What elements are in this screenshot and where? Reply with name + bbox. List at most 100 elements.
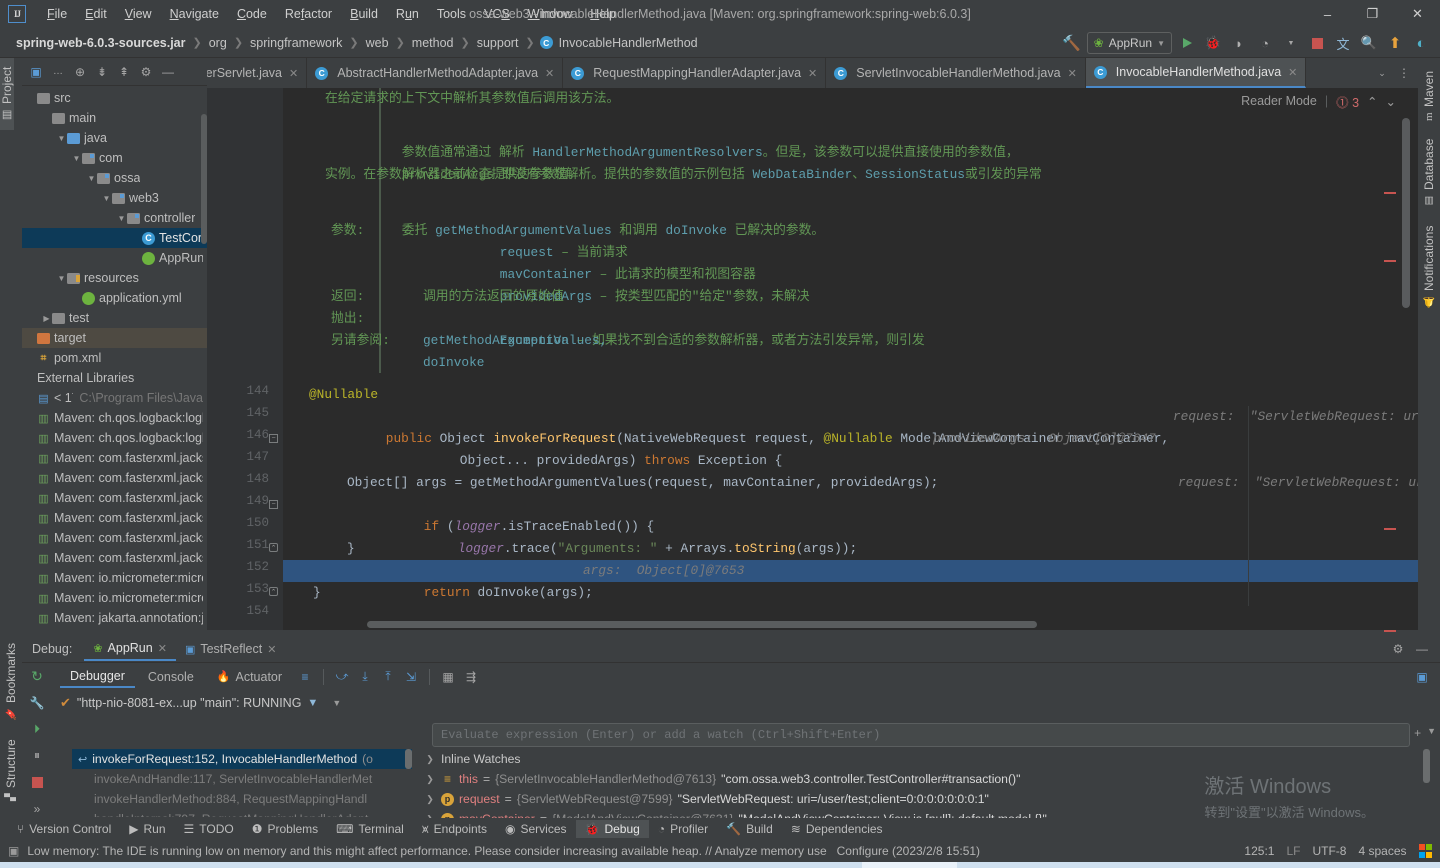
variables-scrollbar[interactable] (1423, 749, 1430, 783)
frames-scrollbar[interactable] (405, 749, 412, 769)
tree-node-web3[interactable]: ▼ web3 (22, 188, 207, 208)
tree-node-main[interactable]: main (22, 108, 207, 128)
close-icon[interactable]: ✕ (1068, 67, 1077, 80)
toolwindow-problems[interactable]: ❶ Problems (243, 820, 327, 838)
debug-session-tab-testreflect[interactable]: ▣ TestReflect ✕ (176, 638, 285, 660)
sidebar-item-project[interactable]: ▤ Project (0, 58, 14, 130)
tree-node-controller[interactable]: ▼ controller (22, 208, 207, 228)
tree-node-external-libraries[interactable]: External Libraries (22, 368, 207, 388)
chevron-down-icon[interactable]: ▼ (1427, 726, 1436, 740)
tab-debugger[interactable]: Debugger (60, 666, 135, 688)
ai-assistant-icon[interactable]: ◐ (1410, 32, 1432, 54)
tree-node-17[interactable]: ▤ < 17 > C:\Program Files\Java (22, 388, 207, 408)
file-encoding[interactable]: UTF-8 (1312, 844, 1346, 858)
menu-build[interactable]: Build (341, 3, 387, 25)
translate-icon[interactable]: 文 (1332, 32, 1354, 54)
variable-row-this[interactable]: ❯ ≡ this = {ServletInvocableHandlerMetho… (424, 769, 1432, 789)
update-icon[interactable]: ⬆ (1384, 32, 1406, 54)
variable-row-inline-watches[interactable]: ❯ Inline Watches (424, 749, 1432, 769)
layout-settings-icon[interactable]: ≡ (295, 667, 315, 687)
toolwindow-services[interactable]: ◉ Services (496, 820, 576, 838)
tree-node-maven-com-fasterxml-jackson[interactable]: ▥ Maven: com.fasterxml.jackson (22, 508, 207, 528)
tree-node-maven-ch-qos-logback-logba[interactable]: ▥ Maven: ch.qos.logback:logba (22, 428, 207, 448)
run-with-coverage-icon[interactable]: ◗ (1228, 32, 1250, 54)
javadoc-link[interactable]: doInvoke (665, 223, 726, 238)
breadcrumb-item-class[interactable]: InvocableHandlerMethod (557, 35, 700, 51)
tree-node-maven-io-micrometer-microm[interactable]: ▥ Maven: io.micrometer:microm (22, 568, 207, 588)
editor-tab-requestmappinghandleradapter[interactable]: C RequestMappingHandlerAdapter.java ✕ (563, 58, 827, 88)
run-configuration-selector[interactable]: ❀ AppRun ▼ (1086, 32, 1172, 54)
tree-node-testcor[interactable]: C TestCor (22, 228, 207, 248)
close-icon[interactable]: ✕ (289, 67, 298, 80)
chevron-down-icon[interactable]: ▼ (101, 194, 112, 203)
stop-icon[interactable] (27, 773, 47, 792)
chevron-down-icon[interactable]: ▼ (116, 214, 127, 223)
tab-actuator[interactable]: 🔥 Actuator (207, 667, 292, 687)
status-configure-link[interactable]: Configure (2023/2/8 15:51) (837, 844, 980, 858)
menu-vcs[interactable]: VCS (475, 3, 519, 25)
tree-node-java[interactable]: ▼ java (22, 128, 207, 148)
toolwindow-profiler[interactable]: ◔ Profiler (649, 820, 717, 838)
tree-node-src[interactable]: src (22, 88, 207, 108)
breadcrumb-item-web[interactable]: web (364, 35, 391, 51)
javadoc-link[interactable]: WebDataBinder (752, 167, 852, 182)
scroll-from-source-icon[interactable]: ⊕ (70, 62, 90, 82)
settings-wrench-icon[interactable]: 🔧 (27, 694, 47, 713)
tree-node-target[interactable]: target (22, 328, 207, 348)
tab-list-chevron-down-icon[interactable]: ⌄ (1372, 63, 1392, 83)
menu-view[interactable]: View (116, 3, 161, 25)
step-into-icon[interactable]: ⤓ (355, 667, 375, 687)
tree-node-ossa[interactable]: ▼ ossa (22, 168, 207, 188)
add-watch-icon[interactable]: + (1414, 726, 1421, 740)
filter-icon[interactable]: ▼ (307, 697, 318, 709)
collapse-all-icon[interactable]: ⇞ (114, 62, 134, 82)
sidebar-item-database[interactable]: ▥ Database (1422, 130, 1436, 214)
javadoc-see-2[interactable]: doInvoke (423, 352, 484, 374)
maximize-button[interactable]: ❐ (1350, 0, 1395, 28)
resume-program-icon[interactable]: ⏵ (27, 720, 47, 739)
project-view-dropdown-icon[interactable]: … (48, 62, 68, 82)
tree-node-maven-com-fasterxml-jackson[interactable]: ▥ Maven: com.fasterxml.jackson (22, 528, 207, 548)
profiler-dropdown-icon[interactable]: ▼ (1280, 32, 1302, 54)
tree-node-com[interactable]: ▼ com (22, 148, 207, 168)
sidebar-item-bookmarks[interactable]: 🔖 Bookmarks (4, 636, 18, 728)
debug-icon[interactable]: 🐞 (1202, 32, 1224, 54)
close-icon[interactable]: ✕ (267, 643, 276, 656)
sidebar-item-maven[interactable]: m Maven (1422, 62, 1436, 130)
editor-tab-servletinvocablehandlermethod[interactable]: C ServletInvocableHandlerMethod.java ✕ (826, 58, 1086, 88)
editor-gutter[interactable]: 144 145 146 147 148 149 150 151 152 153 … (207, 88, 283, 630)
frames-list[interactable]: ↩ invokeForRequest:152, InvocableHandler… (72, 749, 412, 817)
sidebar-item-structure[interactable]: ▞ Structure (4, 728, 18, 812)
frame-item[interactable]: invokeHandlerMethod:884, RequestMappingH… (72, 789, 412, 809)
evaluate-expression-icon[interactable]: ▦ (438, 667, 458, 687)
menu-tools[interactable]: Tools (428, 3, 475, 25)
project-view-selector-icon[interactable]: ▣ (26, 62, 46, 82)
toolwindow-todo[interactable]: ☰ TODO (175, 820, 243, 838)
menu-run[interactable]: Run (387, 3, 428, 25)
menu-code[interactable]: Code (228, 3, 276, 25)
hide-icon[interactable]: — (158, 62, 178, 82)
frame-item[interactable]: ↩ invokeForRequest:152, InvocableHandler… (72, 749, 412, 769)
toolwindow-dependencies[interactable]: ≋ Dependencies (782, 820, 892, 838)
frame-item[interactable]: handleInternal:797, RequestMappingHandle… (72, 809, 412, 817)
rerun-icon[interactable]: ↻ (27, 667, 47, 686)
tree-node-maven-jakarta-annotation-jak[interactable]: ▥ Maven: jakarta.annotation:jak (22, 608, 207, 628)
chevron-down-icon[interactable]: ▼ (71, 154, 82, 163)
javadoc-link[interactable]: SessionStatus (865, 167, 965, 182)
gear-icon[interactable]: ⚙ (1388, 639, 1408, 659)
close-button[interactable]: ✕ (1395, 0, 1440, 28)
tree-node-maven-com-fasterxml-jackson[interactable]: ▥ Maven: com.fasterxml.jackson (22, 448, 207, 468)
editor-body[interactable]: Reader Mode | ⓵ 3 ⌃ ⌄ 144 145 146 147 14… (207, 88, 1418, 671)
variable-row-request[interactable]: ❯ p request = {ServletWebRequest@7599} "… (424, 789, 1432, 809)
next-error-icon[interactable]: ⌄ (1386, 94, 1396, 109)
close-icon[interactable]: ✕ (158, 642, 167, 655)
close-icon[interactable]: ✕ (808, 67, 817, 80)
frame-item[interactable]: invokeAndHandle:117, ServletInvocableHan… (72, 769, 412, 789)
notification-icon[interactable]: ▣ (8, 844, 19, 858)
chevron-down-icon[interactable]: ▼ (332, 698, 341, 708)
breadcrumb-item-method[interactable]: method (410, 35, 456, 51)
gear-icon[interactable]: ⚙ (136, 62, 156, 82)
menu-navigate[interactable]: Navigate (161, 3, 228, 25)
tab-console[interactable]: Console (138, 667, 204, 687)
chevron-right-icon[interactable]: ❯ (424, 774, 436, 785)
